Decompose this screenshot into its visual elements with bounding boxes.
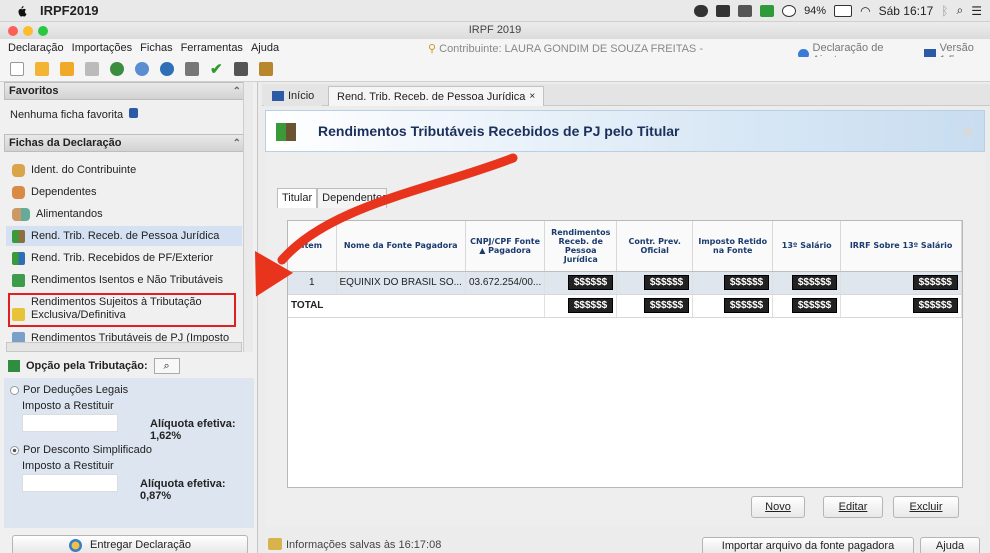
annotation-arrow [255,153,518,297]
arrow-head [255,250,294,297]
arrow-shaft [277,153,518,265]
